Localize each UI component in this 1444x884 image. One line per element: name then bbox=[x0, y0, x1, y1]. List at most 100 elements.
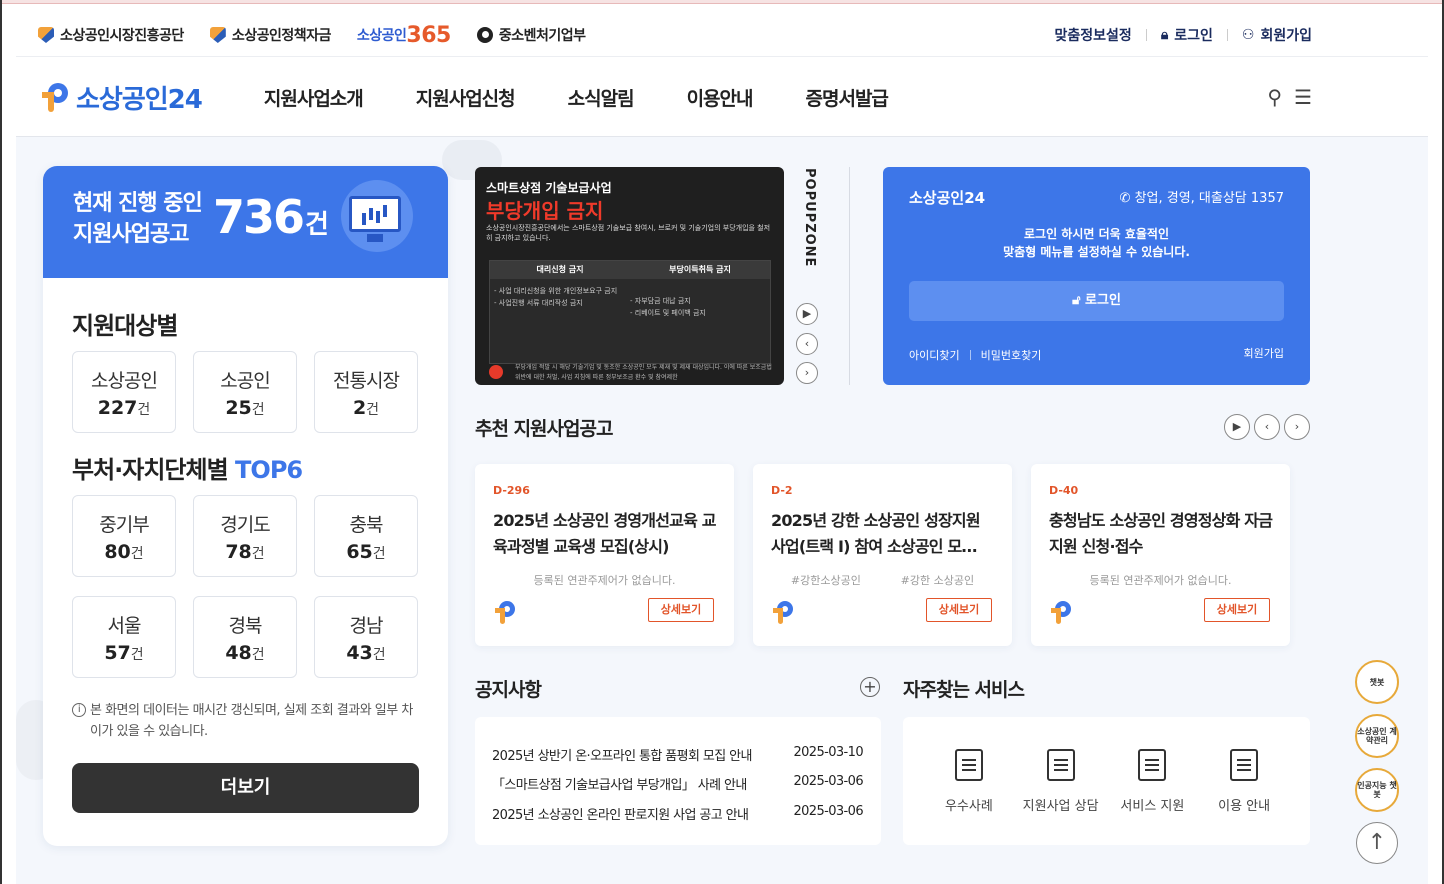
target-item-sogongin[interactable]: 소공인 25건 bbox=[193, 351, 297, 433]
tag[interactable]: #강한소상공인 bbox=[791, 572, 861, 588]
box-label: 경남 bbox=[349, 615, 384, 637]
services-list: 우수사례 지원사업 상담 서비스 지원 이용 안내 bbox=[903, 717, 1310, 845]
lock-icon: 🔓︎ bbox=[1072, 293, 1086, 308]
data-refresh-note-text: 본 화면의 데이터는 매시간 갱신되며, 실제 조회 결과와 일부 차이가 있을… bbox=[90, 703, 413, 739]
chevron-left-icon[interactable]: ‹ bbox=[796, 333, 818, 355]
nav-item-news[interactable]: 소식알림 bbox=[568, 84, 635, 111]
target-grid: 소상공인 227건 소공인 25건 전통시장 2건 bbox=[72, 351, 418, 433]
dept-item[interactable]: 충북 65건 bbox=[314, 495, 418, 577]
find-password-link[interactable]: 비밀번호찾기 bbox=[981, 347, 1042, 363]
org-link-semas[interactable]: 소상공인시장진흥공단 bbox=[38, 25, 184, 45]
join-link[interactable]: 회원가입 bbox=[1244, 345, 1284, 361]
chevron-left-icon[interactable]: ‹ bbox=[1254, 414, 1280, 440]
play-icon[interactable]: ▶ bbox=[796, 303, 818, 325]
service-consulting[interactable]: 지원사업 상담 bbox=[1021, 749, 1101, 845]
target-item-sosanggongin[interactable]: 소상공인 227건 bbox=[72, 351, 176, 433]
notice-row[interactable]: 2025년 상반기 온·오프라인 통합 품평회 모집 안내 2025-03-10 bbox=[492, 745, 864, 764]
recommend-card-title: 2025년 소상공인 경영개선교육 교육과정별 교육생 모집(상시) bbox=[493, 511, 716, 556]
nav-item-support-apply[interactable]: 지원사업신청 bbox=[416, 84, 516, 111]
recommend-card[interactable]: D-2 2025년 강한 소상공인 성장지원 사업(트랙 Ⅰ) 참여 소상공인 … bbox=[753, 464, 1012, 646]
org-link-mss[interactable]: 중소벤처기업부 bbox=[476, 25, 586, 45]
tag: 등록된 연관주제어가 없습니다. bbox=[533, 574, 676, 587]
contract-label: 소상공인 계약관리 bbox=[1357, 727, 1397, 745]
org-label: 소상공인시장진흥공단 bbox=[60, 28, 184, 44]
detail-button[interactable]: 상세보기 bbox=[648, 598, 714, 622]
arrow-up-icon[interactable]: ↑ bbox=[1356, 822, 1398, 864]
service-support[interactable]: 서비스 지원 bbox=[1112, 749, 1192, 845]
box-value: 48 bbox=[225, 642, 252, 664]
org-link-policy-fund[interactable]: 소상공인정책자금 bbox=[209, 25, 331, 45]
box-value: 2 bbox=[352, 397, 367, 419]
popup-banner[interactable]: 스마트상점 기술보급사업 부당개입 금지 소상공인시장진흥공단에서는 스마트상점… bbox=[475, 167, 784, 385]
ai-chatbot-label: 인공지능 챗봇 bbox=[1357, 781, 1397, 799]
total-count-unit: 건 bbox=[305, 210, 329, 240]
box-unit: 건 bbox=[251, 546, 265, 562]
box-unit: 건 bbox=[130, 647, 144, 663]
notice-text: 2025년 소상공인 온라인 판로지원 사업 공고 안내 bbox=[492, 808, 749, 823]
dept-item[interactable]: 경기도 78건 bbox=[193, 495, 297, 577]
total-count-value: 736 bbox=[213, 190, 305, 244]
logo-text: 소상공인24 bbox=[76, 84, 203, 115]
login-message: 로그인 하시면 더욱 효율적인 맞춤형 메뉴를 설정하실 수 있습니다. bbox=[883, 225, 1310, 261]
banner-col-body: - 사업 대리신청을 위한 개인정보요구 금지 - 사업진행 서류 대리작성 금… bbox=[494, 287, 618, 307]
banner-col-header: 부당이득취득 금지 bbox=[669, 265, 731, 274]
divider bbox=[849, 167, 850, 385]
nav-item-guide[interactable]: 이용안내 bbox=[687, 84, 754, 111]
recommend-tags: 등록된 연관주제어가 없습니다. bbox=[493, 572, 716, 588]
total-count: 736건 bbox=[213, 190, 329, 244]
p-logo-icon bbox=[495, 601, 515, 624]
chevron-right-icon[interactable]: › bbox=[1284, 414, 1310, 440]
play-icon[interactable]: ▶ bbox=[1224, 414, 1250, 440]
menu-icon[interactable]: ☰ bbox=[1294, 85, 1312, 109]
chatbot-label: 챗봇 bbox=[1369, 677, 1385, 687]
find-links: 아이디찾기 비밀번호찾기 bbox=[909, 347, 1041, 363]
chevron-right-icon[interactable]: › bbox=[796, 362, 818, 384]
dday-badge: D-2 bbox=[771, 484, 793, 497]
semas-logo-icon bbox=[38, 27, 54, 43]
semas-logo-icon bbox=[209, 27, 226, 43]
dept-item[interactable]: 서울 57건 bbox=[72, 596, 176, 678]
tag: 등록된 연관주제어가 없습니다. bbox=[1089, 574, 1232, 587]
service-guide[interactable]: 이용 안내 bbox=[1204, 749, 1284, 845]
service-best-cases[interactable]: 우수사례 bbox=[929, 749, 1009, 845]
ai-chatbot-button[interactable]: 인공지능 챗봇 bbox=[1355, 768, 1399, 812]
box-label: 중기부 bbox=[99, 514, 149, 536]
signup-label: 회원가입 bbox=[1260, 28, 1312, 44]
login-link[interactable]: 🔒︎ 로그인 bbox=[1161, 25, 1213, 45]
contract-button[interactable]: 소상공인 계약관리 bbox=[1355, 714, 1399, 758]
nav-item-certificate[interactable]: 증명서발급 bbox=[806, 84, 889, 111]
tag[interactable]: #강한 소상공인 bbox=[901, 572, 974, 588]
service-label: 서비스 지원 bbox=[1120, 799, 1185, 814]
chatbot-button[interactable]: 챗봇 bbox=[1355, 660, 1399, 704]
dept-item[interactable]: 경남 43건 bbox=[314, 596, 418, 678]
signup-link[interactable]: ⚇ 회원가입 bbox=[1242, 25, 1312, 45]
plus-icon[interactable]: + bbox=[860, 677, 880, 697]
search-icon[interactable]: ⚲ bbox=[1267, 85, 1282, 109]
login-button[interactable]: 🔓︎ 로그인 bbox=[909, 281, 1284, 321]
more-button[interactable]: 더보기 bbox=[72, 763, 419, 813]
guide-icon bbox=[1230, 749, 1259, 781]
recommend-card[interactable]: D-40 충청남도 소상공인 경영정상화 자금 지원 신청·접수 등록된 연관주… bbox=[1031, 464, 1290, 646]
stats-header: 현재 진행 중인 지원사업공고 736건 bbox=[43, 166, 448, 278]
box-label: 충북 bbox=[349, 514, 384, 536]
dept-item[interactable]: 중기부 80건 bbox=[72, 495, 176, 577]
dept-item[interactable]: 경북 48건 bbox=[193, 596, 297, 678]
recommend-card-title: 충청남도 소상공인 경영정상화 자금 지원 신청·접수 bbox=[1049, 511, 1273, 556]
target-item-market[interactable]: 전통시장 2건 bbox=[314, 351, 418, 433]
services-title: 자주찾는 서비스 bbox=[903, 679, 1025, 701]
find-id-link[interactable]: 아이디찾기 bbox=[909, 347, 960, 363]
custom-settings-link[interactable]: 맞춤정보설정 bbox=[1055, 25, 1132, 45]
site-logo[interactable]: 소상공인24 bbox=[38, 79, 203, 116]
recommend-card-title: 2025년 강한 소상공인 성장지원 사업(트랙 Ⅰ) 참여 소상공인 모… bbox=[771, 511, 981, 556]
detail-button[interactable]: 상세보기 bbox=[1204, 598, 1270, 622]
award-icon bbox=[1138, 749, 1167, 781]
recommend-card[interactable]: D-296 2025년 소상공인 경영개선교육 교육과정별 교육생 모집(상시)… bbox=[475, 464, 734, 646]
nav-item-support-intro[interactable]: 지원사업소개 bbox=[264, 84, 364, 111]
org-link-sbiz365[interactable]: 소상공인 365 bbox=[357, 23, 451, 48]
popupzone-label: POPUPZONE bbox=[802, 168, 817, 268]
box-unit: 건 bbox=[372, 546, 386, 562]
dept-section-title: 부처·자치단체별 TOP6 bbox=[72, 450, 303, 485]
notice-row[interactable]: 「스마트상점 기술보급사업 부당개입」 사례 안내 2025-03-06 bbox=[492, 774, 864, 793]
detail-button[interactable]: 상세보기 bbox=[926, 598, 992, 622]
notice-row[interactable]: 2025년 소상공인 온라인 판로지원 사업 공고 안내 2025-03-06 bbox=[492, 804, 864, 823]
